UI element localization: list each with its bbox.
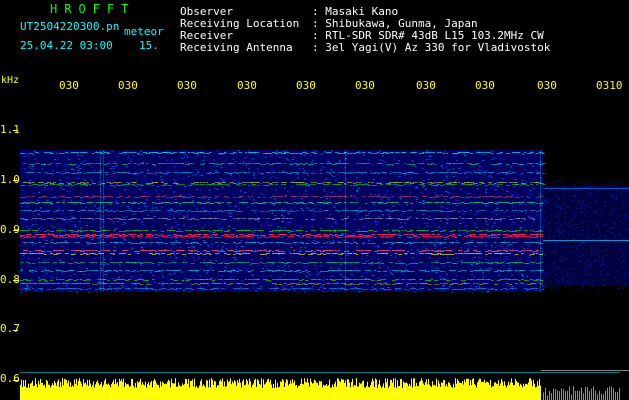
antenna-label: Receiving Antenna [180, 41, 293, 54]
y-tick-label: 1.1 [0, 123, 20, 136]
x-tick-label: 030 [296, 79, 316, 92]
x-tick-label: 030 [118, 79, 138, 92]
antenna-value: : 3el Yagi(V) Az 330 for Vladivostok [312, 41, 551, 54]
spectrogram-image [13, 130, 629, 400]
spectrogram-plot [13, 130, 629, 400]
y-tick-label: 1.0 [0, 173, 20, 186]
x-tick-label: 030 [355, 79, 375, 92]
x-tick-label: 0310 [596, 79, 623, 92]
app-title: HROFFT [50, 2, 136, 16]
meteor-label: meteor [124, 25, 164, 38]
y-axis-unit: kHz [1, 75, 20, 86]
x-tick-label: 030 [237, 79, 257, 92]
x-tick-label: 030 [59, 79, 79, 92]
x-tick-label: 030 [177, 79, 197, 92]
x-tick-label: 030 [537, 79, 557, 92]
meteor-count: 15. [139, 39, 159, 52]
x-tick-label: 030 [416, 79, 436, 92]
date-time: 25.04.22 03:00 [20, 39, 113, 52]
y-tick-label: 0.7 [0, 322, 20, 335]
y-tick-label: 0.8 [0, 273, 20, 286]
y-tick-label: 0.9 [0, 223, 20, 236]
x-tick-label: 030 [475, 79, 495, 92]
y-tick-label: 0.6 [0, 372, 20, 385]
file-name: UT2504220300.pn [20, 20, 120, 33]
